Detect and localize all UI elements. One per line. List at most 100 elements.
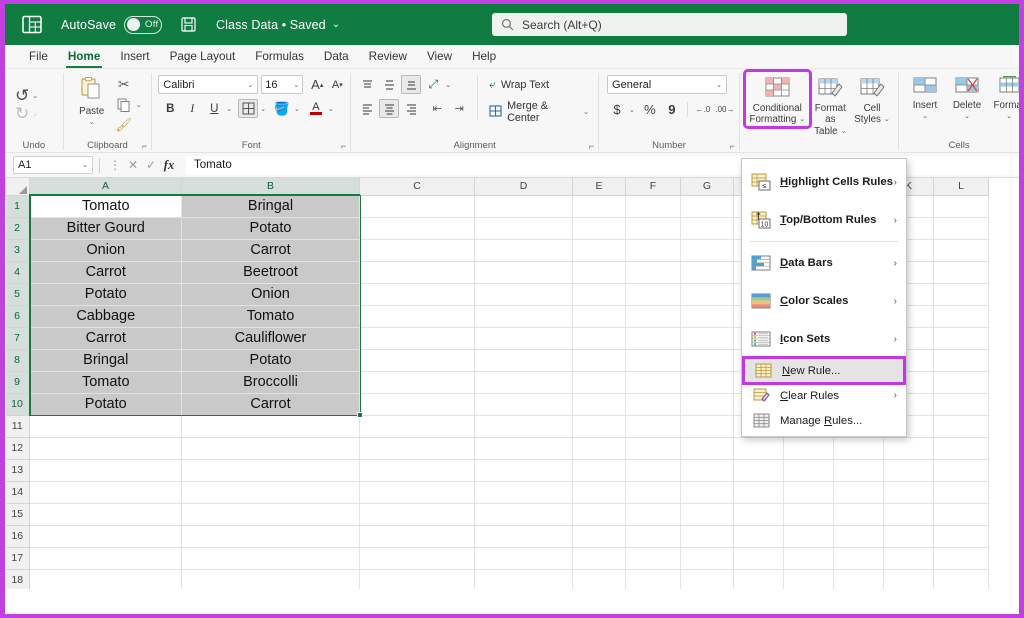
currency-caret-icon[interactable]: ⌄ bbox=[629, 106, 635, 114]
search-box[interactable]: Search (Alt+Q) bbox=[492, 13, 847, 36]
cell-G9[interactable] bbox=[681, 371, 734, 393]
cell-C14[interactable] bbox=[360, 481, 475, 503]
number-dialog-launcher-icon[interactable]: ⌐ bbox=[730, 141, 735, 151]
cell-B17[interactable] bbox=[182, 547, 360, 569]
cell-B6[interactable]: Tomato bbox=[182, 305, 360, 327]
cell-G1[interactable] bbox=[681, 195, 734, 217]
cell-L17[interactable] bbox=[934, 547, 989, 569]
font-name-caret-icon[interactable]: ⌄ bbox=[247, 81, 253, 89]
cell-F18[interactable] bbox=[626, 569, 681, 589]
conditional-formatting-button[interactable]: Conditional Formatting ⌄ bbox=[746, 72, 809, 126]
row-header-11[interactable]: 11 bbox=[6, 415, 30, 437]
cell-L11[interactable] bbox=[934, 415, 989, 437]
wrap-text-button[interactable]: ⤶ Wrap Text bbox=[486, 76, 592, 93]
autosave-toggle[interactable]: Off bbox=[124, 16, 162, 34]
cell-D12[interactable] bbox=[475, 437, 573, 459]
search-input[interactable]: Search (Alt+Q) bbox=[522, 18, 602, 32]
font-color-icon[interactable]: A bbox=[306, 99, 326, 118]
cell-G10[interactable] bbox=[681, 393, 734, 415]
cell-E1[interactable] bbox=[573, 195, 626, 217]
cell-E15[interactable] bbox=[573, 503, 626, 525]
grow-font-icon[interactable]: A ▴ bbox=[307, 75, 327, 94]
file-name[interactable]: Class Data • Saved bbox=[216, 18, 326, 32]
cell-G15[interactable] bbox=[681, 503, 734, 525]
cell-G13[interactable] bbox=[681, 459, 734, 481]
cell-I15[interactable] bbox=[784, 503, 834, 525]
cell-J12[interactable] bbox=[834, 437, 884, 459]
cell-F2[interactable] bbox=[626, 217, 681, 239]
cell-I18[interactable] bbox=[784, 569, 834, 589]
row-header-3[interactable]: 3 bbox=[6, 239, 30, 261]
tab-review[interactable]: Review bbox=[359, 45, 417, 69]
font-color-caret-icon[interactable]: ⌄ bbox=[328, 105, 334, 113]
cell-C8[interactable] bbox=[360, 349, 475, 371]
cell-H15[interactable] bbox=[734, 503, 784, 525]
cell-E11[interactable] bbox=[573, 415, 626, 437]
cancel-icon[interactable]: ✕ bbox=[124, 158, 142, 172]
cell-I16[interactable] bbox=[784, 525, 834, 547]
menu-item-new-rule[interactable]: New Rule... bbox=[744, 358, 904, 383]
cell-G18[interactable] bbox=[681, 569, 734, 589]
cell-styles-caret-icon[interactable]: ⌄ bbox=[884, 114, 890, 126]
cell-E4[interactable] bbox=[573, 261, 626, 283]
cell-B5[interactable]: Onion bbox=[182, 283, 360, 305]
bold-button[interactable]: B bbox=[160, 99, 180, 118]
cell-K15[interactable] bbox=[884, 503, 934, 525]
cell-A5[interactable]: Potato bbox=[30, 283, 182, 305]
cell-A9[interactable]: Tomato bbox=[30, 371, 182, 393]
cell-F10[interactable] bbox=[626, 393, 681, 415]
align-top-icon[interactable] bbox=[357, 75, 377, 94]
merge-center-button[interactable]: Merge & Center ⌄ bbox=[486, 99, 592, 125]
cell-G12[interactable] bbox=[681, 437, 734, 459]
conditional-formatting-caret-icon[interactable]: ⌄ bbox=[799, 114, 805, 126]
cell-E13[interactable] bbox=[573, 459, 626, 481]
cell-A14[interactable] bbox=[30, 481, 182, 503]
cell-J18[interactable] bbox=[834, 569, 884, 589]
cell-D13[interactable] bbox=[475, 459, 573, 481]
cell-J14[interactable] bbox=[834, 481, 884, 503]
row-header-15[interactable]: 15 bbox=[6, 503, 30, 525]
align-middle-icon[interactable] bbox=[379, 75, 399, 94]
cell-D11[interactable] bbox=[475, 415, 573, 437]
cell-K16[interactable] bbox=[884, 525, 934, 547]
cell-L8[interactable] bbox=[934, 349, 989, 371]
orientation-caret-icon[interactable]: ⌄ bbox=[445, 81, 451, 89]
cell-B9[interactable]: Broccolli bbox=[182, 371, 360, 393]
cell-B18[interactable] bbox=[182, 569, 360, 589]
row-header-9[interactable]: 9 bbox=[6, 371, 30, 393]
cell-C7[interactable] bbox=[360, 327, 475, 349]
cell-E8[interactable] bbox=[573, 349, 626, 371]
cell-F9[interactable] bbox=[626, 371, 681, 393]
column-header-a[interactable]: A bbox=[30, 178, 182, 195]
cell-B12[interactable] bbox=[182, 437, 360, 459]
cell-F4[interactable] bbox=[626, 261, 681, 283]
name-box-caret-icon[interactable]: ⌄ bbox=[82, 161, 88, 169]
delete-cells-button[interactable]: Delete ⌄ bbox=[947, 73, 987, 123]
cell-C13[interactable] bbox=[360, 459, 475, 481]
cell-G16[interactable] bbox=[681, 525, 734, 547]
cell-C9[interactable] bbox=[360, 371, 475, 393]
paste-caret-icon[interactable]: ⌄ bbox=[89, 117, 95, 129]
delete-cells-caret-icon[interactable]: ⌄ bbox=[964, 111, 970, 123]
borders-caret-icon[interactable]: ⌄ bbox=[260, 105, 266, 113]
cell-A2[interactable]: Bitter Gourd bbox=[30, 217, 182, 239]
cell-E16[interactable] bbox=[573, 525, 626, 547]
comma-style-button[interactable]: 9 bbox=[662, 100, 682, 119]
cell-L5[interactable] bbox=[934, 283, 989, 305]
column-header-c[interactable]: C bbox=[360, 178, 475, 195]
cell-B1[interactable]: Bringal bbox=[182, 195, 360, 217]
cell-L2[interactable] bbox=[934, 217, 989, 239]
cell-D2[interactable] bbox=[475, 217, 573, 239]
cell-C17[interactable] bbox=[360, 547, 475, 569]
undo-arrow-icon[interactable]: ↺ bbox=[15, 89, 29, 103]
column-header-d[interactable]: D bbox=[475, 178, 573, 195]
insert-cells-caret-icon[interactable]: ⌄ bbox=[922, 111, 928, 123]
cell-C12[interactable] bbox=[360, 437, 475, 459]
cell-A10[interactable]: Potato bbox=[30, 393, 182, 415]
cell-D3[interactable] bbox=[475, 239, 573, 261]
cell-H17[interactable] bbox=[734, 547, 784, 569]
cell-D5[interactable] bbox=[475, 283, 573, 305]
cell-L9[interactable] bbox=[934, 371, 989, 393]
decrease-decimal-icon[interactable]: .00→ bbox=[715, 100, 735, 119]
cell-E17[interactable] bbox=[573, 547, 626, 569]
